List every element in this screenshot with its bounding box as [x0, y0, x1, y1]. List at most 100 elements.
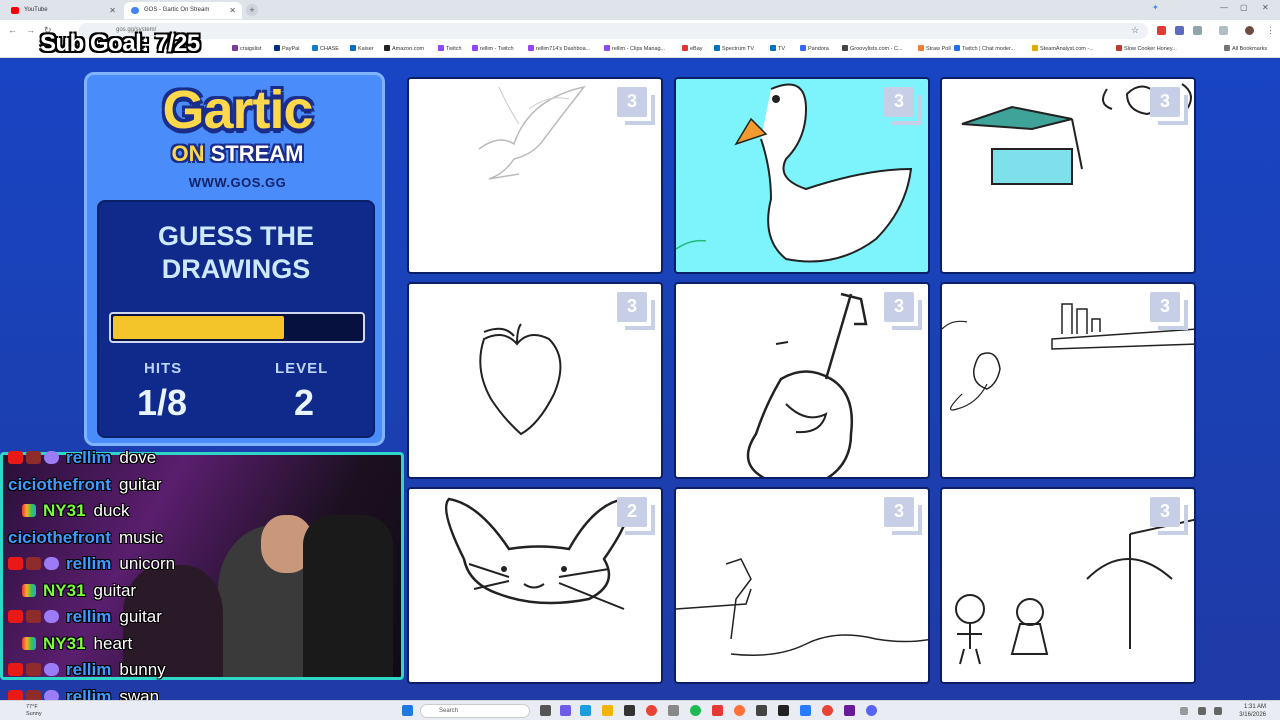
bookmark-item[interactable]: rellim714's Dashboa...: [528, 45, 590, 52]
store-icon[interactable]: [624, 705, 635, 716]
windows-start-icon[interactable]: [402, 705, 413, 716]
profile-icon[interactable]: ✦: [1152, 3, 1159, 12]
close-window-icon[interactable]: ✕: [1262, 3, 1269, 12]
drawing-card[interactable]: 3: [940, 282, 1196, 479]
wifi-icon[interactable]: [1198, 707, 1206, 715]
bookmark-all[interactable]: All Bookmarks: [1224, 45, 1267, 52]
bookmark-item[interactable]: Amazon.com: [384, 45, 424, 52]
bookmark-favicon-icon: [954, 45, 960, 51]
chrome-icon[interactable]: [822, 705, 833, 716]
app-icon[interactable]: [756, 705, 767, 716]
volume-icon[interactable]: [1214, 707, 1222, 715]
bookmark-item[interactable]: TV: [770, 45, 785, 52]
extension-icon[interactable]: [1175, 26, 1184, 35]
app-icon[interactable]: [800, 705, 811, 716]
pride-badge-icon: [22, 504, 36, 517]
chat-username[interactable]: NY31: [43, 634, 86, 653]
bookmark-item[interactable]: rellim - Twitch: [472, 45, 514, 52]
gift-badge-icon: [26, 557, 41, 570]
tab-bar: YouTube ✕ GOS - Gartic On Stream ✕ + ✦ —…: [0, 0, 1280, 20]
chat-username[interactable]: rellim: [66, 448, 111, 467]
tab-gartic[interactable]: GOS - Gartic On Stream ✕: [124, 2, 242, 19]
drawing-card[interactable]: 3: [940, 487, 1196, 684]
address-bar[interactable]: gos.gg/system/: [78, 23, 1148, 39]
drawing-card[interactable]: 3: [407, 77, 663, 274]
bookmark-item[interactable]: craigslist: [232, 45, 261, 52]
bookmark-item[interactable]: Kaiser: [350, 45, 374, 52]
drawing-card[interactable]: 3: [407, 282, 663, 479]
chat-username[interactable]: ciciothefront: [8, 528, 111, 547]
spotify-icon[interactable]: [690, 705, 701, 716]
maximize-icon[interactable]: ▢: [1240, 3, 1248, 12]
app-icon[interactable]: [668, 705, 679, 716]
chat-message: NY31 heart: [8, 634, 132, 654]
system-clock[interactable]: 1:31 AM 3/16/2026: [1239, 703, 1266, 719]
drawing-card[interactable]: 3: [674, 487, 930, 684]
badge-value: 3: [1159, 501, 1170, 521]
taskbar-search[interactable]: Search: [420, 704, 530, 718]
badge-value: 3: [893, 501, 904, 521]
forward-icon[interactable]: →: [26, 25, 35, 35]
back-icon[interactable]: ←: [8, 25, 17, 35]
edge-icon[interactable]: [580, 705, 591, 716]
chat-username[interactable]: rellim: [66, 607, 111, 626]
file-explorer-icon[interactable]: [602, 705, 613, 716]
drawing-card[interactable]: 3: [940, 77, 1196, 274]
points-badge: 3: [1150, 292, 1188, 330]
chrome-icon[interactable]: [646, 705, 657, 716]
extension-icon[interactable]: [1157, 26, 1166, 35]
new-tab-button[interactable]: +: [246, 4, 258, 16]
tab-youtube[interactable]: YouTube ✕: [4, 2, 122, 19]
app-icon[interactable]: [778, 705, 789, 716]
bookmark-item[interactable]: Groovylists.com - C...: [842, 45, 903, 52]
bookmark-favicon-icon: [232, 45, 238, 51]
star-icon[interactable]: ☆: [1131, 25, 1139, 36]
weather-temp: 77°F: [26, 704, 38, 710]
hits-label: HITS: [144, 360, 183, 377]
drawing-card[interactable]: 3: [674, 77, 930, 274]
taskbar: 77°F Sunny Search 1:31 AM 3/16/2026: [0, 700, 1280, 720]
bookmark-item[interactable]: SteamAnalyst.com -...: [1032, 45, 1094, 52]
bookmark-item[interactable]: eBay: [682, 45, 703, 52]
discord-icon[interactable]: [866, 705, 877, 716]
bookmark-favicon-icon: [312, 45, 318, 51]
avatar[interactable]: [1245, 26, 1254, 35]
chat-text: guitar: [119, 607, 162, 626]
chat-username[interactable]: rellim: [66, 554, 111, 573]
chat-text: bunny: [119, 660, 166, 679]
bookmark-item[interactable]: Twitch: [438, 45, 462, 52]
bookmark-item[interactable]: PayPal: [274, 45, 299, 52]
bookmark-item[interactable]: CHASE: [312, 45, 339, 52]
bookmark-item[interactable]: Twitch | Chat moder...: [954, 45, 1015, 52]
chat-username[interactable]: ciciothefront: [8, 475, 111, 494]
firefox-icon[interactable]: [734, 705, 745, 716]
minimize-icon[interactable]: —: [1220, 3, 1228, 12]
chat-username[interactable]: rellim: [66, 660, 111, 679]
app-icon[interactable]: [844, 705, 855, 716]
weather-widget[interactable]: 77°F Sunny: [26, 704, 42, 718]
bookmark-favicon-icon: [274, 45, 280, 51]
app-icon[interactable]: [712, 705, 723, 716]
drawing-card[interactable]: 2: [407, 487, 663, 684]
bookmark-label: craigslist: [240, 46, 262, 52]
close-icon[interactable]: ✕: [229, 6, 236, 15]
bookmark-item[interactable]: Pandora: [800, 45, 829, 52]
bookmark-item[interactable]: Slow Cooker Honey...: [1116, 45, 1177, 52]
sidebar-icon[interactable]: [1219, 26, 1228, 35]
globe-icon: [131, 7, 139, 14]
copilot-icon[interactable]: [560, 705, 571, 716]
tray-icon[interactable]: [1180, 707, 1188, 715]
menu-icon[interactable]: ⋮: [1266, 25, 1275, 36]
chat-username[interactable]: NY31: [43, 501, 86, 520]
badge-value: 2: [626, 501, 637, 521]
bookmark-item[interactable]: Spectrum TV: [714, 45, 754, 52]
bookmark-item[interactable]: Straw Poll: [918, 45, 951, 52]
task-view-icon[interactable]: [540, 705, 551, 716]
bookmark-favicon-icon: [350, 45, 356, 51]
extensions-icon[interactable]: [1193, 26, 1202, 35]
chat-username[interactable]: NY31: [43, 581, 86, 600]
bookmark-item[interactable]: rellim - Clips Manag...: [604, 45, 665, 52]
drawing-card[interactable]: 3: [674, 282, 930, 479]
close-icon[interactable]: ✕: [109, 6, 116, 15]
broadcaster-badge-icon: [8, 557, 23, 570]
